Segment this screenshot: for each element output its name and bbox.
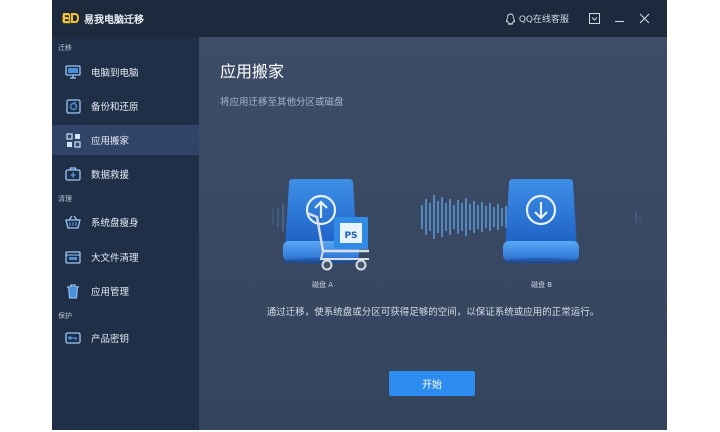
sidebar-item-product-key[interactable]: 产品密钥 (52, 323, 199, 353)
sidebar-item-app-management[interactable]: 应用管理 (52, 276, 199, 306)
apps-icon (65, 132, 81, 148)
sidebar-item-data-rescue[interactable]: 数据救援 (52, 159, 199, 189)
qq-support-link[interactable]: QQ在线客服 (505, 12, 569, 25)
disk-b-label: 磁盘 B (531, 281, 553, 289)
sidebar-item-label: 大文件清理 (91, 253, 139, 264)
sidebar-item-label: 产品密钥 (91, 334, 130, 345)
key-icon (65, 330, 81, 346)
sidebar-item-label: 数据救援 (91, 170, 130, 181)
sidebar-item-pc-to-pc[interactable]: 电脑到电脑 (52, 57, 199, 87)
trash-icon (65, 283, 81, 299)
section-label-protect: 保护 (58, 312, 72, 320)
qq-penguin-icon (505, 13, 515, 25)
main-panel: 应用搬家 将应用迁移至其他分区或磁盘 PS 磁盘 A 磁盘 B 通过迁移，使系统… (199, 37, 667, 430)
sidebar-item-label: 系统盘瘦身 (91, 218, 139, 229)
close-button[interactable] (633, 8, 655, 30)
sidebar-item-large-file-cleanup[interactable]: 大文件清理 (52, 242, 199, 272)
sidebar-item-label: 备份和还原 (91, 102, 139, 113)
section-label-migrate: 迁移 (58, 44, 72, 52)
disk-b-icon (503, 179, 579, 264)
sidebar-item-label: 应用搬家 (91, 136, 130, 147)
sidebar-item-app-migration[interactable]: 应用搬家 (52, 125, 199, 155)
app-title: 易我电脑迁移 (84, 15, 144, 26)
monitor-icon (65, 64, 81, 80)
app-window: ᗺ 易我电脑迁移 QQ在线客服 (52, 0, 667, 430)
menu-dropdown-icon (588, 13, 600, 24)
close-icon (639, 13, 649, 24)
sidebar-item-label: 电脑到电脑 (91, 68, 139, 79)
basket-icon (65, 214, 81, 230)
rescue-kit-icon (65, 166, 81, 182)
large-file-icon (65, 249, 81, 265)
sidebar-item-label: 应用管理 (91, 287, 130, 298)
titlebar-controls: QQ在线客服 (505, 0, 667, 37)
backup-icon (65, 98, 81, 114)
migration-description: 通过迁移，使系统盘或分区可获得足够的空间，以保证系统或应用的正常运行。 (266, 307, 600, 318)
title-bar: ᗺ 易我电脑迁移 QQ在线客服 (52, 0, 667, 37)
disk-a-label: 磁盘 A (312, 281, 334, 289)
minimize-icon (614, 20, 624, 23)
menu-button[interactable] (583, 8, 605, 30)
minimize-button[interactable] (608, 8, 630, 30)
sidebar-item-backup-restore[interactable]: 备份和还原 (52, 91, 199, 121)
sidebar-item-system-slim[interactable]: 系统盘瘦身 (52, 207, 199, 237)
ps-badge: PS (344, 231, 357, 241)
section-label-cleanup: 清理 (58, 195, 72, 203)
sidebar: 迁移 电脑到电脑 备份和还原 应用搬家 数据救援 清理 系统盘瘦身 大文件清理 … (52, 37, 199, 430)
start-button[interactable]: 开始 (389, 371, 475, 396)
qq-support-label: QQ在线客服 (518, 15, 569, 25)
app-logo-icon: ᗺ (62, 12, 79, 25)
